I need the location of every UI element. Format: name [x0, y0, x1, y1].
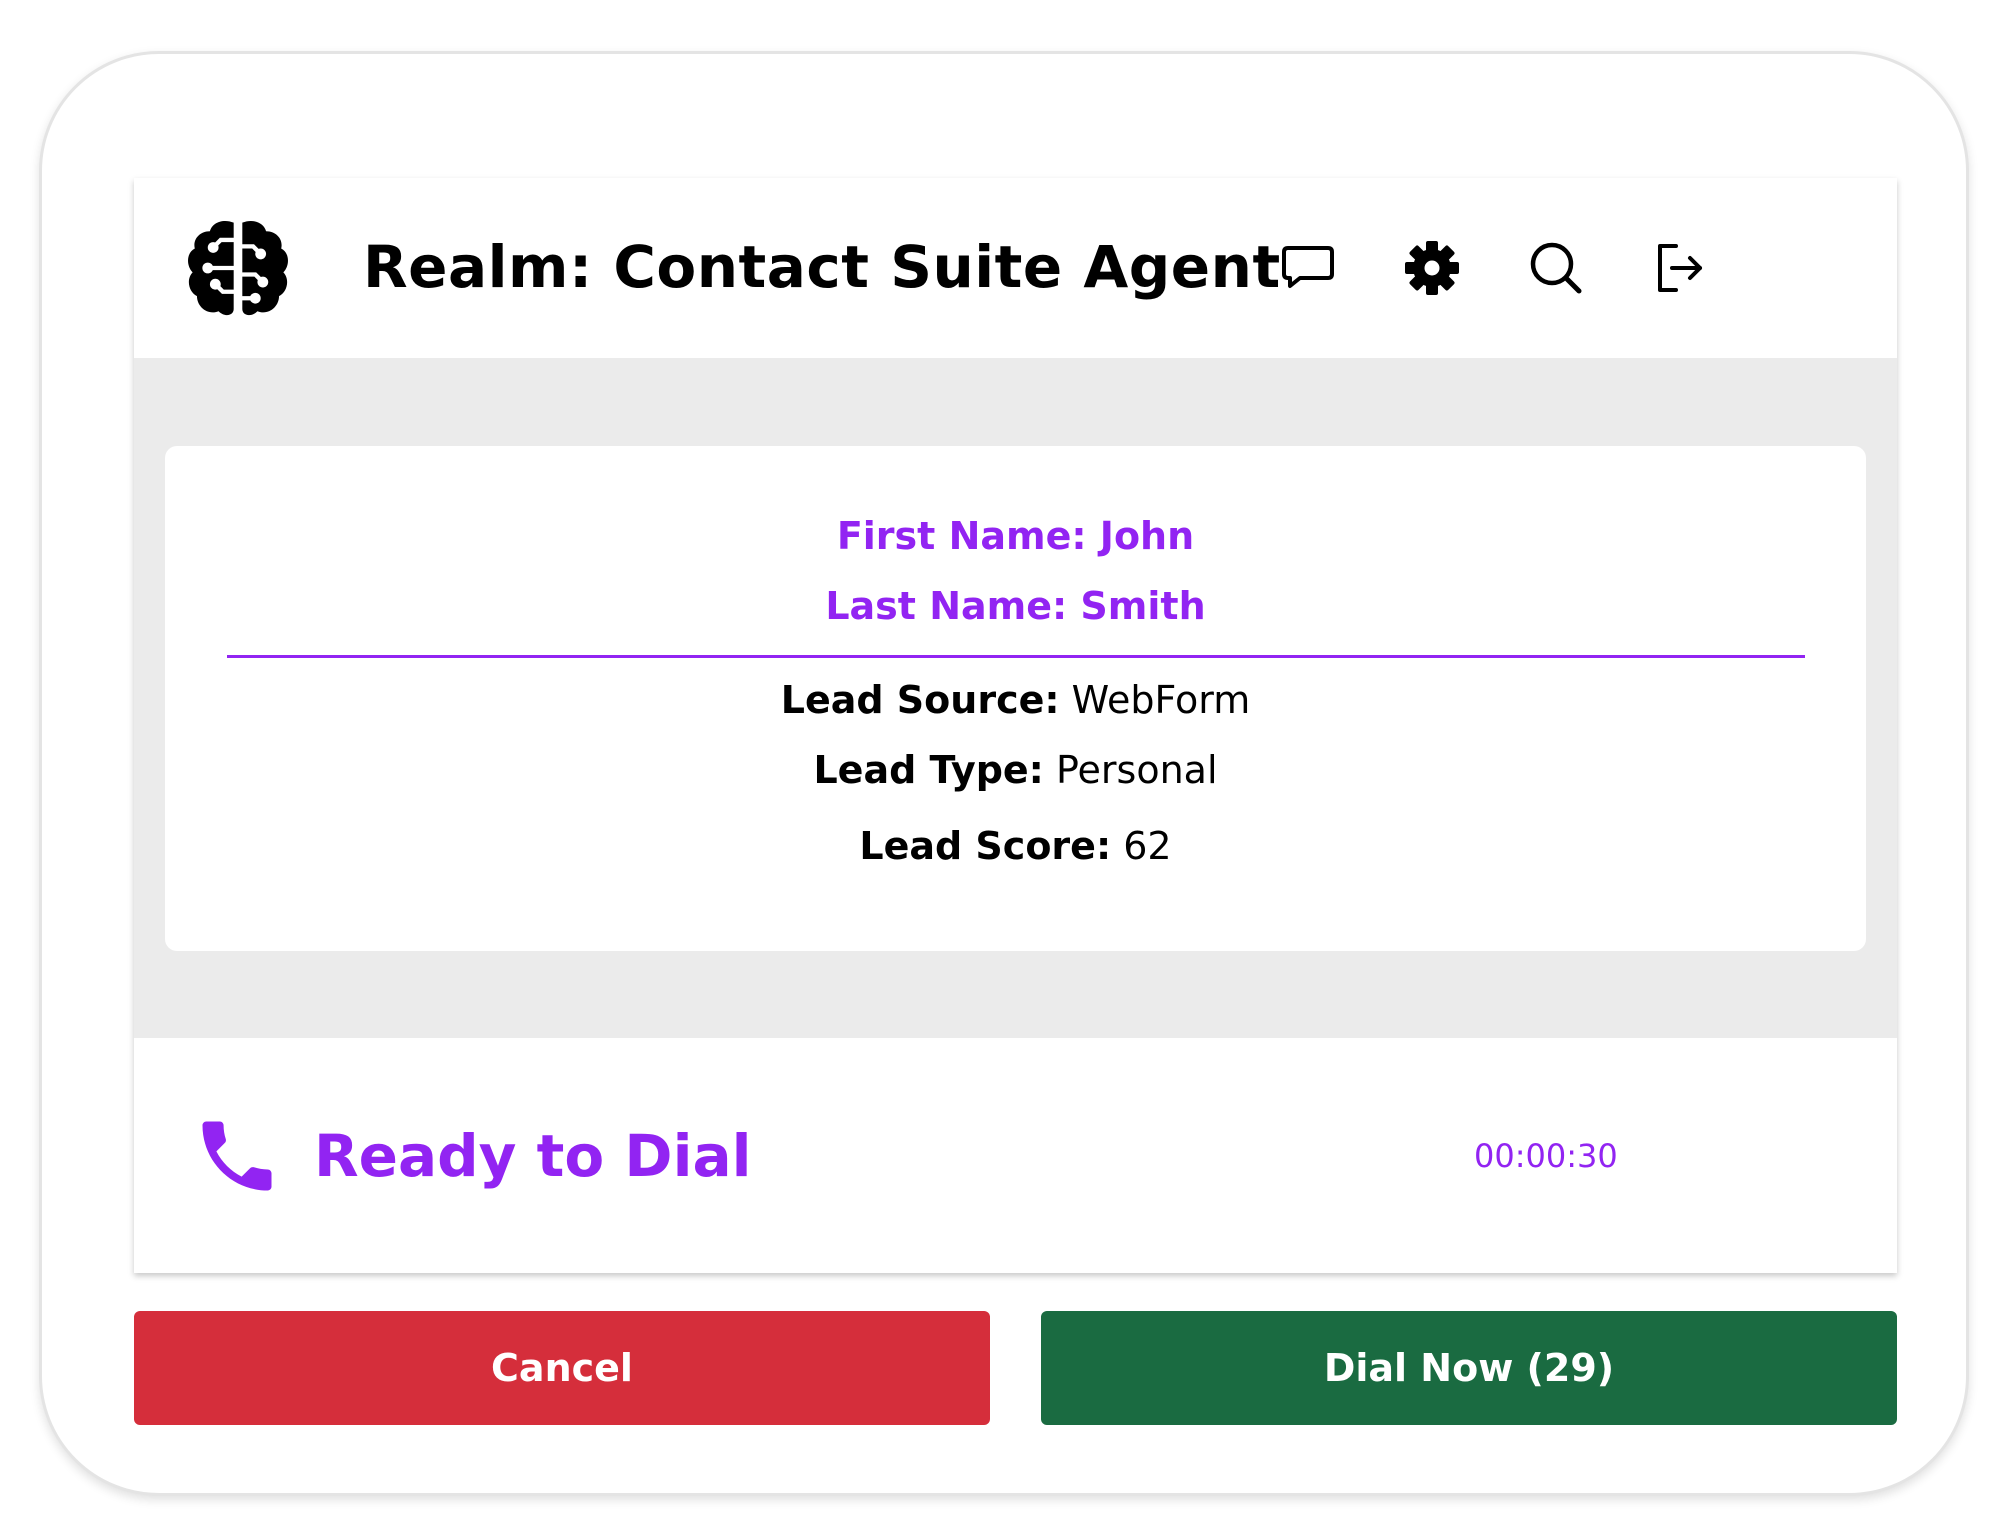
lead-type-label: Lead Type:: [813, 748, 1044, 792]
app-header: Realm: Contact Suite Agent: [134, 178, 1897, 358]
dial-status-text: Ready to Dial: [314, 1122, 752, 1190]
lead-score-row: Lead Score: 62: [165, 824, 1866, 868]
first-name: First Name: John: [836, 514, 1195, 558]
contact-card: First Name: John Last Name: Smith Lead S…: [165, 446, 1866, 951]
search-icon[interactable]: [1526, 238, 1586, 298]
dial-timer: 00:00:30: [1474, 1137, 1618, 1175]
lead-type-row: Lead Type: Personal: [165, 748, 1866, 792]
chat-icon[interactable]: [1278, 238, 1338, 298]
cancel-button[interactable]: Cancel: [134, 1311, 990, 1425]
dial-status-bar: Ready to Dial 00:00:30: [134, 1038, 1897, 1273]
lead-score-value: 62: [1123, 824, 1172, 868]
phone-icon: [202, 1121, 272, 1191]
gear-icon[interactable]: [1402, 238, 1462, 298]
dial-now-button[interactable]: Dial Now (29): [1041, 1311, 1897, 1425]
logout-icon[interactable]: [1650, 238, 1710, 298]
lead-score-label: Lead Score:: [859, 824, 1112, 868]
last-name: Last Name: Smith: [825, 584, 1206, 628]
brain-circuit-icon: [188, 220, 288, 316]
lead-source-label: Lead Source:: [780, 678, 1060, 722]
name-divider: [227, 655, 1805, 658]
app-title: Realm: Contact Suite Agent: [363, 233, 1281, 301]
lead-source-value: WebForm: [1071, 678, 1251, 722]
lead-type-value: Personal: [1055, 748, 1218, 792]
agent-panel: Realm: Contact Suite Agent First Name: J…: [134, 178, 1897, 1273]
lead-source-row: Lead Source: WebForm: [165, 678, 1866, 722]
